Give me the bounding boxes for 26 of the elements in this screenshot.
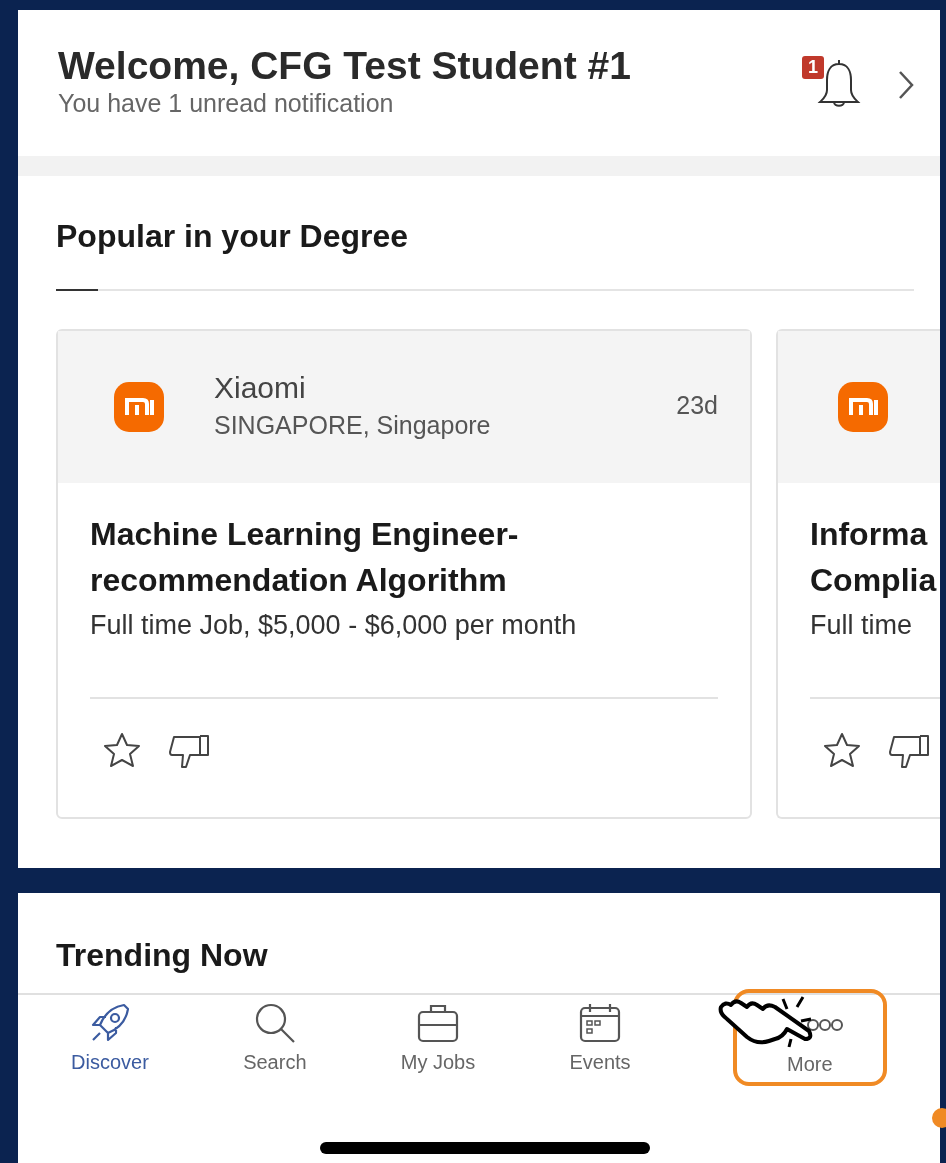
nav-tab[interactable]: Search xyxy=(233,995,317,1084)
nav-tab[interactable]: Events xyxy=(559,995,641,1084)
nav-tab[interactable]: Discover xyxy=(61,995,159,1084)
posted-age: 23d xyxy=(676,390,718,420)
bell-icon[interactable] xyxy=(816,58,862,110)
job-card[interactable]: Informa Complia Full time xyxy=(776,329,940,819)
job-title: Machine Learning Engineer- recommendation Algorithm xyxy=(90,515,520,600)
pointing-hand-icon xyxy=(718,995,814,1049)
nav-tab[interactable]: My Jobs xyxy=(390,995,486,1084)
company-name: Xiaomi xyxy=(214,370,307,406)
more-icon xyxy=(806,1019,843,1031)
notification-badge: 1 xyxy=(802,56,824,79)
company-logo xyxy=(114,382,164,432)
job-title: Informa Complia xyxy=(810,515,938,600)
company-logo xyxy=(838,382,888,432)
job-details: Full time Job, $5,000 - $6,000 per month xyxy=(90,609,578,642)
calendar-icon xyxy=(578,1001,623,1045)
section-title: Trending Now xyxy=(55,936,269,975)
chevron-right-icon[interactable] xyxy=(898,70,914,100)
section-title: Popular in your Degree xyxy=(56,217,410,256)
job-card[interactable]: Xiaomi SINGAPORE, Singapore 23d Machine Learning Engineer- recommendation Algorithm Full time Job, $5,000 - $6,000 per month xyxy=(56,329,752,819)
welcome-title: Welcome, CFG Test Student #1 xyxy=(58,44,631,88)
job-details: Full time xyxy=(810,609,913,642)
notification-summary: You have 1 unread notification xyxy=(58,88,395,118)
company-location: SINGAPORE, Singapore xyxy=(214,410,492,441)
nav-tab[interactable]: More xyxy=(734,991,885,1084)
